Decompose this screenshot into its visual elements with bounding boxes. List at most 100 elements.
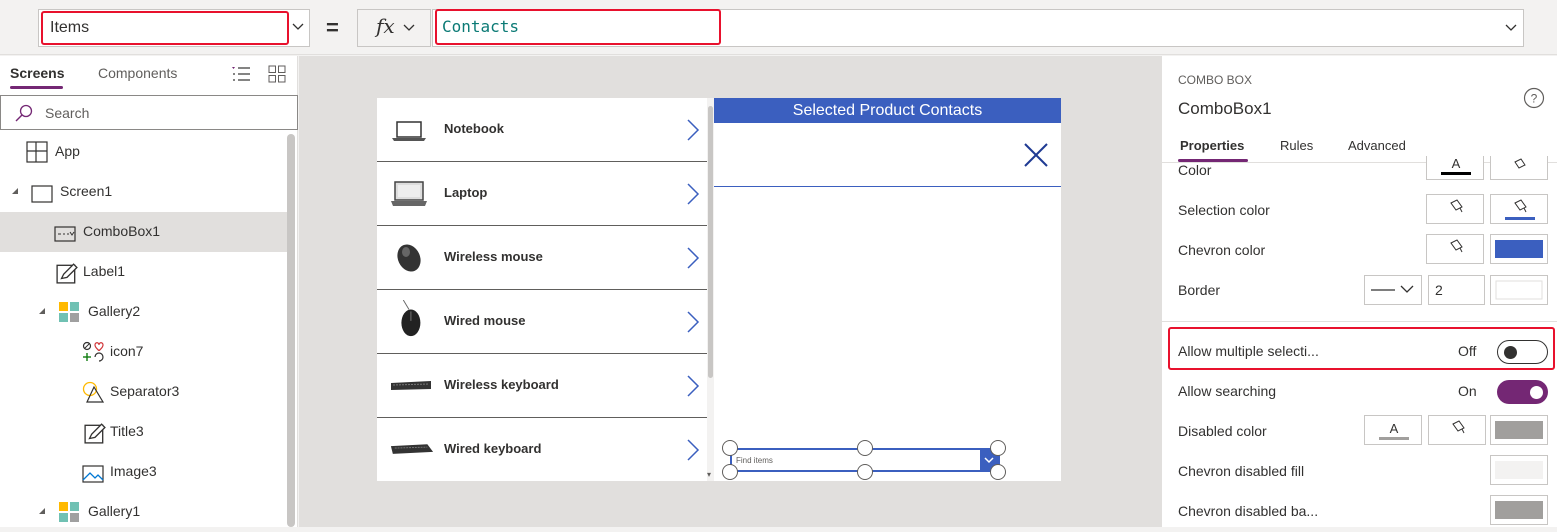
- tree-node-separator3[interactable]: Separator3: [0, 372, 288, 412]
- chevron-right-icon[interactable]: [685, 310, 701, 334]
- chevron-down-icon: [1400, 285, 1414, 293]
- tree-scrollbar[interactable]: [287, 134, 295, 527]
- gallery-item[interactable]: Wired mouse: [377, 290, 707, 354]
- paint-bucket-icon: [1443, 420, 1473, 441]
- thumbnail-view-icon[interactable]: [268, 65, 286, 83]
- resize-handle[interactable]: [990, 464, 1006, 480]
- chevron-disabled-background-button[interactable]: [1490, 495, 1548, 525]
- gallery-item[interactable]: Wired keyboard: [377, 418, 707, 481]
- disabled-color-label: Disabled color: [1178, 423, 1267, 439]
- collapse-triangle-icon[interactable]: [37, 306, 47, 316]
- font-color-icon: A: [1452, 156, 1461, 171]
- help-icon[interactable]: ?: [1523, 87, 1545, 109]
- border-width-input[interactable]: 2: [1428, 275, 1485, 305]
- tree-node-label: App: [55, 143, 80, 159]
- properties-panel: COMBO BOX ComboBox1 ? Properties Rules A…: [1161, 56, 1557, 527]
- function-button[interactable]: fx: [357, 9, 431, 47]
- chevron-color-button[interactable]: [1426, 234, 1484, 264]
- fill-color-button[interactable]: [1490, 156, 1548, 180]
- gallery-item[interactable]: Laptop: [377, 162, 707, 226]
- selection-text-color-button[interactable]: [1426, 194, 1484, 224]
- gallery-scrollbar[interactable]: ▾: [707, 98, 714, 481]
- color-label: Color: [1178, 162, 1212, 178]
- tree-search-input[interactable]: Search: [0, 95, 298, 130]
- image-icon: [82, 465, 104, 483]
- tree-node-label: Gallery2: [88, 303, 141, 319]
- contacts-header-label: Selected Product Contacts: [714, 98, 1061, 123]
- app-screen-preview[interactable]: Notebook Laptop Wireless mouse Wired mou…: [377, 98, 1061, 481]
- design-canvas: Notebook Laptop Wireless mouse Wired mou…: [299, 56, 1161, 527]
- disabled-border-color-button[interactable]: [1490, 415, 1548, 445]
- border-style-dropdown[interactable]: [1364, 275, 1422, 305]
- text-color-button[interactable]: A: [1426, 156, 1484, 180]
- gallery-scroll-thumb[interactable]: [708, 106, 713, 378]
- tab-screens[interactable]: Screens: [10, 65, 64, 81]
- selection-fill-color-button[interactable]: [1490, 194, 1548, 224]
- tab-components[interactable]: Components: [98, 65, 177, 81]
- border-color-button[interactable]: [1490, 275, 1548, 305]
- collapse-triangle-icon[interactable]: [10, 186, 20, 196]
- tree-list-view-icon[interactable]: [231, 65, 251, 83]
- tab-properties[interactable]: Properties: [1180, 138, 1244, 153]
- search-placeholder: Search: [45, 105, 90, 121]
- gallery-icon: [59, 502, 79, 522]
- close-icon[interactable]: [1023, 142, 1049, 168]
- chevron-right-icon[interactable]: [685, 246, 701, 270]
- wireless-mouse-image: [397, 244, 421, 272]
- resize-handle[interactable]: [722, 440, 738, 456]
- tree-node-icon7[interactable]: icon7: [0, 332, 288, 372]
- expand-formula-icon[interactable]: [1505, 22, 1517, 34]
- chevron-fill-color-button[interactable]: [1490, 234, 1548, 264]
- allow-searching-toggle[interactable]: [1497, 380, 1548, 404]
- allow-multiple-selection-toggle[interactable]: [1497, 340, 1548, 364]
- tab-rules[interactable]: Rules: [1280, 138, 1313, 153]
- chevron-disabled-fill-label: Chevron disabled fill: [1178, 463, 1305, 479]
- collapse-triangle-icon[interactable]: [37, 506, 47, 516]
- resize-handle[interactable]: [722, 464, 738, 480]
- paint-bucket-icon: [1441, 239, 1471, 260]
- chevron-right-icon[interactable]: [685, 438, 701, 462]
- property-dropdown[interactable]: Items: [38, 9, 310, 47]
- chevron-disabled-fill-button[interactable]: [1490, 455, 1548, 485]
- tree-node-label1[interactable]: Label1: [0, 252, 288, 292]
- tree-node-screen1[interactable]: Screen1: [0, 172, 288, 212]
- scroll-down-arrow-icon[interactable]: ▾: [707, 470, 711, 479]
- active-tab-indicator: [10, 86, 63, 89]
- disabled-fill-color-button[interactable]: [1428, 415, 1486, 445]
- control-name[interactable]: ComboBox1: [1178, 99, 1272, 119]
- paint-bucket-icon: [1505, 158, 1535, 175]
- resize-handle[interactable]: [857, 440, 873, 456]
- tree-node-label: Label1: [83, 263, 126, 279]
- tree-node-image3[interactable]: Image3: [0, 452, 288, 492]
- resize-handle[interactable]: [990, 440, 1006, 456]
- combobox-placeholder: Find items: [736, 456, 773, 465]
- tab-advanced[interactable]: Advanced: [1348, 138, 1406, 153]
- tree-node-combobox1[interactable]: ComboBox1: [0, 212, 288, 252]
- tree-node-label: Separator3: [110, 383, 180, 399]
- gallery-item-title: Notebook: [444, 121, 504, 136]
- tree-node-label: icon7: [110, 343, 144, 359]
- gallery-item[interactable]: Wireless keyboard: [377, 354, 707, 418]
- allow-searching-label: Allow searching: [1178, 383, 1277, 399]
- chevron-down-icon: [403, 24, 415, 31]
- resize-handle[interactable]: [857, 464, 873, 480]
- formula-input[interactable]: Contacts: [432, 9, 1524, 47]
- chevron-right-icon[interactable]: [685, 182, 701, 206]
- chevron-right-icon[interactable]: [685, 374, 701, 398]
- tree-node-gallery2[interactable]: Gallery2: [0, 292, 288, 332]
- gallery-item-title: Wired mouse: [444, 313, 526, 328]
- equals-sign: =: [326, 15, 339, 40]
- chevron-right-icon[interactable]: [685, 118, 701, 142]
- tree-node-app[interactable]: App: [0, 132, 288, 172]
- gallery-item-title: Laptop: [444, 185, 488, 200]
- disabled-text-color-button[interactable]: A: [1364, 415, 1422, 445]
- gallery-item[interactable]: Notebook: [377, 98, 707, 162]
- divider: [1162, 321, 1557, 322]
- screen-icon: [31, 185, 53, 203]
- tree-node-gallery1[interactable]: Gallery1: [0, 492, 288, 532]
- tree-node-title3[interactable]: Title3: [0, 412, 288, 452]
- gallery-item[interactable]: Wireless mouse: [377, 226, 707, 290]
- gallery-item-title: Wireless keyboard: [444, 377, 559, 392]
- property-dropdown-value: Items: [41, 11, 289, 45]
- svg-text:?: ?: [1531, 92, 1538, 106]
